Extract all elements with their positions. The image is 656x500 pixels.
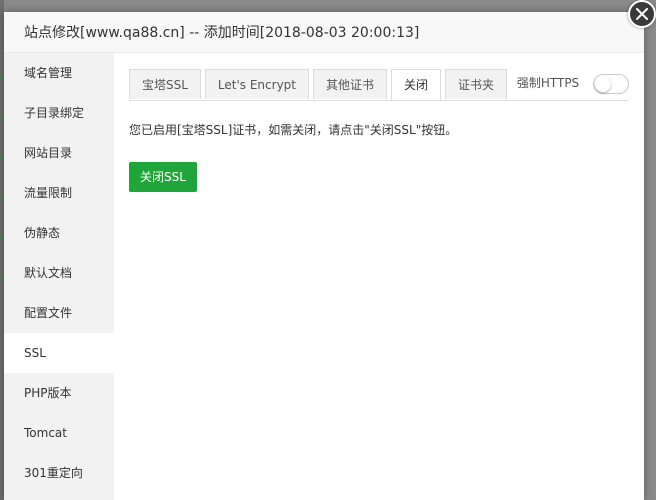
tab-lets-encrypt[interactable]: Let's Encrypt [204, 69, 309, 99]
ssl-panel: 宝塔SSL Let's Encrypt 其他证书 关闭 证书夹 强制HTTPS 您已启用… [129, 69, 629, 192]
sidebar-item-traffic-limit[interactable]: 流量限制 [4, 173, 114, 213]
toggle-knob [595, 75, 611, 92]
tab-cert-folder[interactable]: 证书夹 [445, 69, 508, 99]
close-icon [636, 8, 648, 20]
sidebar-item-config-file[interactable]: 配置文件 [4, 293, 114, 333]
ssl-status-message: 您已启用[宝塔SSL]证书，如需关闭，请点击"关闭SSL"按钮。 [129, 123, 458, 137]
sidebar-item-ssl[interactable]: SSL [4, 333, 114, 373]
force-https-control: 强制HTTPS [517, 71, 629, 95]
sidebar-item-default-doc[interactable]: 默认文档 [4, 253, 114, 293]
site-edit-modal: 站点修改[www.qa88.cn] -- 添加时间[2018-08-03 20:… [4, 12, 644, 500]
sidebar-item-domain[interactable]: 域名管理 [4, 53, 114, 93]
ssl-tabs: 宝塔SSL Let's Encrypt 其他证书 关闭 证书夹 强制HTTPS [129, 69, 629, 101]
force-https-toggle[interactable] [593, 73, 629, 94]
close-ssl-button[interactable]: 关闭SSL [129, 162, 197, 192]
force-https-label: 强制HTTPS [516, 76, 580, 90]
sidebar-item-subdir-binding[interactable]: 子目录绑定 [4, 93, 114, 133]
settings-sidebar: 域名管理 子目录绑定 网站目录 流量限制 伪静态 默认文档 配置文件 SSL P… [4, 53, 114, 500]
tab-bt-ssl[interactable]: 宝塔SSL [129, 69, 201, 99]
tab-close[interactable]: 关闭 [391, 69, 442, 100]
close-modal-button[interactable] [628, 0, 656, 28]
modal-title: 站点修改[www.qa88.cn] -- 添加时间[2018-08-03 20:… [4, 12, 644, 53]
sidebar-item-rewrite[interactable]: 伪静态 [4, 213, 114, 253]
sidebar-item-301-redirect[interactable]: 301重定向 [4, 453, 114, 493]
sidebar-item-php-version[interactable]: PHP版本 [4, 373, 114, 413]
sidebar-item-tomcat[interactable]: Tomcat [4, 413, 114, 453]
sidebar-item-site-directory[interactable]: 网站目录 [4, 133, 114, 173]
tab-other-cert[interactable]: 其他证书 [313, 69, 388, 99]
